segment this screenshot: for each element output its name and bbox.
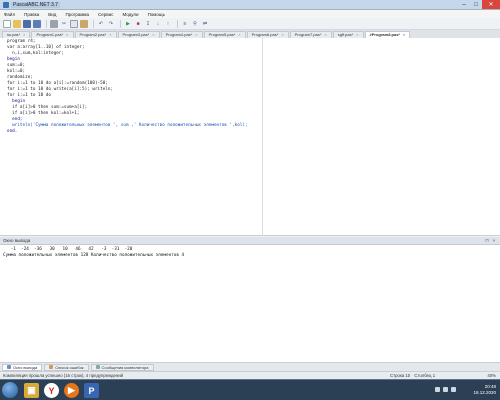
tab-sgff[interactable]: sgff.pas* × (332, 31, 364, 38)
menu-edit[interactable]: Правка (24, 12, 39, 17)
tab-compiler-messages[interactable]: Сообщения компилятора (90, 363, 154, 371)
paste-icon[interactable] (80, 19, 88, 28)
new-file-icon[interactable] (3, 19, 11, 28)
bottom-tab-bar: Окно вывода Список ошибок Сообщения комп… (0, 363, 500, 371)
tab-program5[interactable]: Program5.pas* × (203, 31, 246, 38)
output-window[interactable]: -1 -24 -36 30 10 46 42 -3 -31 -20 Сумма … (0, 245, 500, 363)
status-column: Столбец 1 (414, 373, 436, 378)
tab-program4[interactable]: Program4.pas* × (160, 31, 203, 38)
volume-icon[interactable] (451, 387, 456, 392)
stop-icon[interactable]: ■ (134, 20, 142, 28)
tab-output-window[interactable]: Окно вывода (2, 363, 43, 371)
cursor-position: Строка 10 Столбец 1 (390, 373, 438, 378)
menu-modules[interactable]: Модули (122, 12, 138, 17)
undo-icon[interactable]: ↶ (97, 20, 105, 28)
editor-margin-line (262, 38, 263, 236)
output-panel-title: Окно вывода (3, 238, 31, 243)
menu-help[interactable]: Помощь (148, 12, 165, 17)
debug-step-icon[interactable]: ↧ (144, 20, 152, 28)
output-window-icon (7, 365, 11, 369)
zoom-level[interactable]: 40% (487, 373, 496, 378)
close-button[interactable]: ✕ (482, 0, 500, 9)
network-icon[interactable] (443, 387, 448, 392)
editor-tab-bar: ss.pas* × Program1.pas* × Program2.pas* × P… (0, 30, 500, 38)
save-all-icon[interactable] (33, 19, 41, 28)
debug-step-out-icon[interactable]: ↑ (164, 20, 172, 28)
tab-program3[interactable]: Program3.pas* × (117, 31, 160, 38)
toolbar-separator (93, 19, 94, 28)
menu-bar: Файл Правка Вид Программа Сервис Модули … (0, 10, 500, 18)
debug-step-into-icon[interactable]: ↓ (154, 20, 162, 28)
print-icon[interactable] (50, 19, 58, 28)
replace-icon[interactable]: ⇄ (201, 20, 209, 28)
tab-label: Окно вывода (13, 364, 38, 370)
code-line: end. (7, 129, 18, 134)
status-bar: Компиляция прошла успешно (16 строк), 4 … (0, 371, 500, 379)
tab-program8[interactable]: #Program8.pas* × (364, 31, 411, 38)
windows-taskbar: ▣ Y ▶ P 20:48 18.12.2020 (0, 379, 500, 400)
title-bar: PascalABC.NET 3.7 – □ ✕ (0, 0, 500, 10)
menu-view[interactable]: Вид (48, 12, 56, 17)
maximize-button[interactable]: □ (470, 0, 482, 9)
run-icon[interactable]: ▶ (124, 20, 132, 28)
error-list-icon (49, 365, 54, 369)
cut-icon[interactable]: ✂ (60, 20, 68, 28)
copy-icon[interactable] (70, 19, 78, 28)
pascalabc-icon[interactable]: P (84, 383, 99, 398)
tab-program2[interactable]: Program2.pas* × (74, 31, 117, 38)
status-line: Строка 10 (390, 373, 411, 378)
toolbar-separator (177, 19, 178, 28)
menu-program[interactable]: Программа (65, 12, 89, 17)
media-player-icon[interactable]: ▶ (64, 383, 79, 398)
close-pane-icon[interactable]: × (491, 238, 497, 244)
tab-program1[interactable]: Program1.pas* × (31, 31, 74, 38)
code-editor[interactable]: program r4; var a:array[1..10] of intege… (0, 38, 500, 236)
compiler-messages-icon (95, 365, 100, 369)
output-line: Сумма положительных элементов 128 Количе… (3, 253, 185, 258)
tab-label: Список ошибок (55, 364, 84, 370)
menu-file[interactable]: Файл (4, 12, 15, 17)
save-icon[interactable] (23, 19, 31, 28)
tab-program7[interactable]: Program7.pas* × (289, 31, 332, 38)
redo-icon[interactable]: ↷ (107, 20, 115, 28)
status-message: Компиляция прошла успешно (16 строк), 4 … (3, 373, 124, 378)
tab-label: Сообщения компилятора (101, 364, 149, 370)
clock-date: 18.12.2020 (473, 390, 496, 395)
output-panel-header: Окно вывода ⊓ × (0, 237, 500, 245)
ide-window: PascalABC.NET 3.7 – □ ✕ Файл Правка Вид … (0, 0, 500, 386)
menu-tools[interactable]: Сервис (98, 12, 113, 17)
pascalabc-app-icon (3, 2, 9, 8)
find-icon[interactable]: ⚲ (191, 20, 199, 28)
minimize-button[interactable]: – (458, 0, 470, 9)
tab-program6[interactable]: Program6.pas* × (246, 31, 289, 38)
start-button[interactable] (2, 382, 18, 398)
tab-ss[interactable]: ss.pas* × (2, 31, 31, 38)
window-title: PascalABC.NET 3.7 (11, 2, 60, 8)
pin-icon[interactable]: ⊓ (484, 238, 490, 244)
yandex-browser-icon[interactable]: Y (44, 383, 59, 398)
explorer-icon[interactable]: ▣ (24, 383, 39, 398)
toolbar-separator (46, 19, 47, 28)
toolbar-separator (120, 19, 121, 28)
open-folder-icon[interactable] (13, 19, 21, 28)
format-icon[interactable]: ≡ (181, 20, 189, 28)
tab-error-list[interactable]: Список ошибок (44, 363, 89, 371)
clock[interactable]: 20:48 18.12.2020 (473, 384, 496, 396)
code-line: writeln('Сумма положительных элементов '… (7, 123, 248, 128)
system-tray (432, 387, 456, 392)
language-icon[interactable] (435, 387, 440, 392)
toolbar: ✂ ↶ ↷ ▶ ■ ↧ ↓ ↑ ≡ ⚲ ⇄ (0, 18, 500, 30)
